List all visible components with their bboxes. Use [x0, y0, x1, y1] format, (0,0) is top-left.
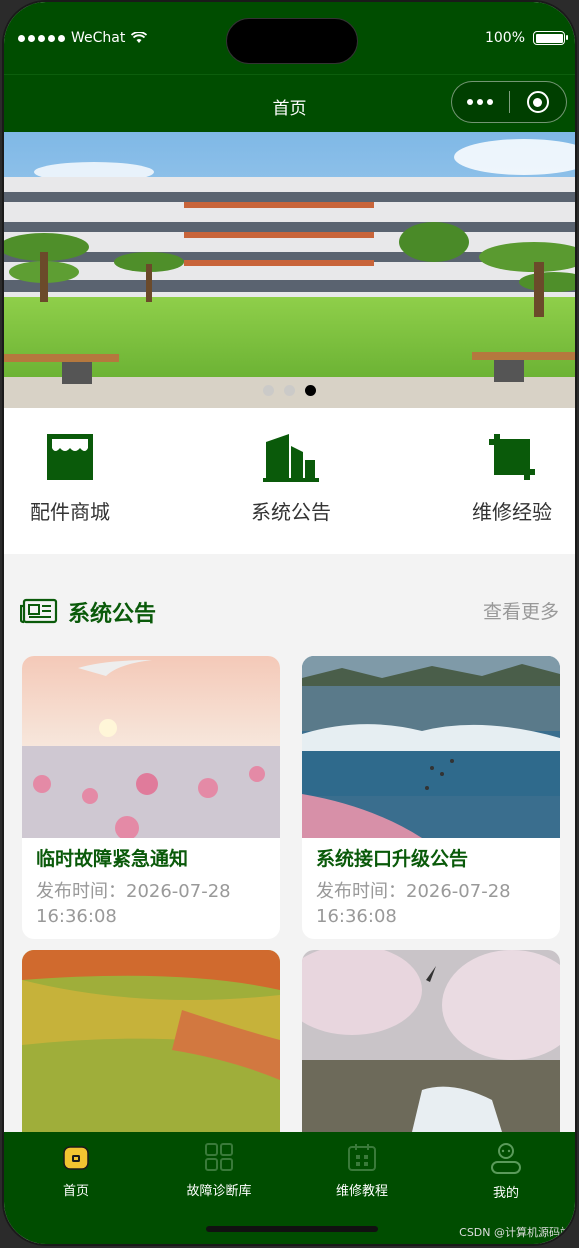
quick-links: 配件商城 系统公告 维修经验 — [4, 408, 575, 554]
tab-label: 首页 — [62, 1184, 89, 1199]
more-menu-icon[interactable] — [452, 99, 509, 105]
campus-banner-image — [4, 132, 575, 408]
card-image-meadow — [22, 950, 280, 1132]
status-bar: WeChat 100% — [4, 2, 575, 74]
tab-bar: 首页 故障诊断库 维修教程 我的 CSDN @计算机源码站 — [4, 1132, 575, 1244]
close-miniprogram-icon[interactable] — [509, 91, 566, 113]
user-icon — [491, 1143, 521, 1174]
card-publish-time: 发布时间：2026-07-28 16:36:08 — [36, 881, 231, 927]
quick-link-announcements[interactable]: 系统公告 — [231, 432, 351, 525]
status-left: WeChat — [18, 30, 148, 46]
card-image-blossom-stream — [302, 950, 560, 1132]
battery-icon — [533, 31, 568, 45]
card-publish-time: 发布时间：2026-07-28 16:36:08 — [316, 881, 511, 927]
banner-carousel[interactable] — [4, 132, 575, 408]
card-title: 临时故障紧急通知 — [36, 848, 189, 870]
watermark-text: CSDN @计算机源码站 — [459, 1226, 571, 1239]
home-icon — [63, 1146, 89, 1170]
tab-fault-diagnosis[interactable]: 故障诊断库 — [159, 1142, 279, 1199]
carousel-dot[interactable] — [284, 385, 295, 396]
signal-icon — [18, 34, 65, 42]
grid-icon — [205, 1143, 233, 1171]
quick-link-repair-experience[interactable]: 维修经验 — [452, 432, 572, 525]
tab-label: 维修教程 — [335, 1184, 388, 1199]
crop-icon — [489, 434, 535, 480]
quick-link-label: 配件商城 — [30, 500, 110, 524]
announcement-card[interactable] — [302, 950, 560, 1156]
carrier-label: WeChat — [71, 30, 126, 46]
home-indicator[interactable] — [206, 1226, 378, 1232]
tab-home[interactable]: 首页 — [16, 1142, 136, 1199]
status-right: 100% — [484, 30, 568, 46]
dynamic-island — [226, 18, 358, 64]
navigation-bar: 首页 — [4, 74, 575, 132]
quick-link-label: 系统公告 — [251, 500, 331, 524]
announcement-card[interactable]: 系统接口升级公告 发布时间：2026-07-28 16:36:08 — [302, 656, 560, 939]
calendar-icon — [348, 1144, 376, 1171]
view-more-link[interactable]: 查看更多 — [483, 597, 559, 624]
announcement-card[interactable] — [22, 950, 280, 1156]
quick-link-parts-mall[interactable]: 配件商城 — [10, 432, 130, 525]
carousel-dot[interactable] — [263, 385, 274, 396]
card-title: 系统接口升级公告 — [316, 848, 469, 870]
battery-percent: 100% — [484, 30, 525, 46]
quick-link-label: 维修经验 — [472, 500, 552, 524]
announcement-card[interactable]: 临时故障紧急通知 发布时间：2026-07-28 16:36:08 — [22, 656, 280, 939]
section-title: 系统公告 — [68, 602, 157, 627]
newspaper-icon — [20, 598, 58, 624]
tab-label: 故障诊断库 — [186, 1184, 252, 1199]
shop-icon — [47, 434, 93, 480]
tab-mine[interactable]: 我的 — [446, 1142, 566, 1201]
carousel-dot-active[interactable] — [305, 385, 316, 396]
building-icon — [263, 434, 319, 482]
tab-label: 我的 — [492, 1186, 519, 1201]
card-image-sunrise-flowers — [22, 656, 280, 838]
tab-repair-tutorial[interactable]: 维修教程 — [302, 1142, 422, 1199]
miniprogram-capsule — [451, 81, 567, 123]
card-image-lake-mountains — [302, 656, 560, 838]
wifi-icon — [131, 32, 148, 43]
carousel-indicators — [4, 385, 575, 396]
announcement-section-header: 系统公告 查看更多 — [4, 582, 575, 638]
phone-screen: WeChat 100% 首页 配件商城 系统公告 维修经验 系统公告 查看更多 … — [2, 0, 577, 1246]
